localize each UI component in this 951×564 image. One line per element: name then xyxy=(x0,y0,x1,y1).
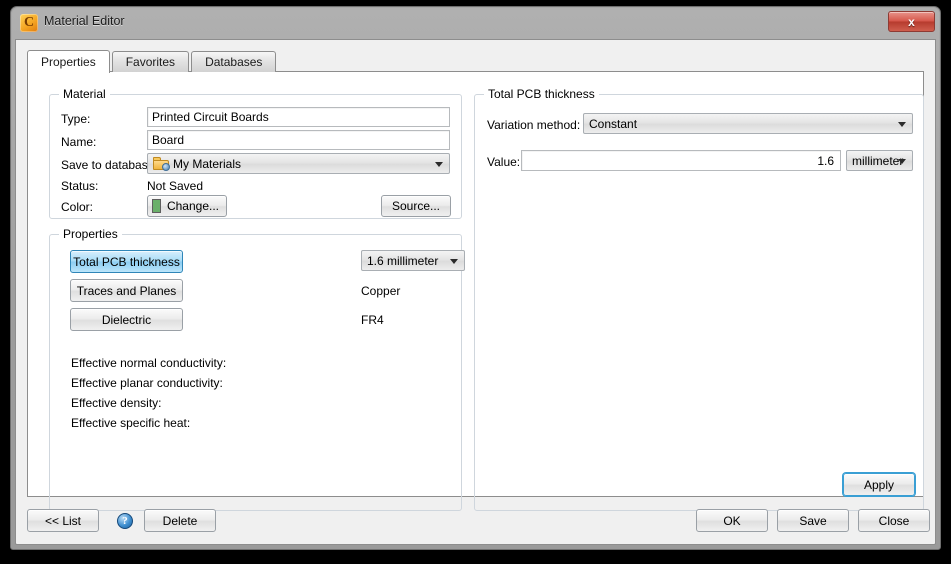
thickness-unit-combo[interactable]: millimeter xyxy=(846,150,913,171)
source-button[interactable]: Source... xyxy=(381,195,451,217)
material-groupbox-title: Material xyxy=(59,87,110,101)
folder-shared-icon xyxy=(153,157,170,171)
total-pcb-thickness-unit-value: 1.6 millimeter xyxy=(367,253,439,268)
save-to-database-label: Save to database: xyxy=(61,158,158,172)
close-window-button[interactable]: x xyxy=(888,11,935,32)
dielectric-value: FR4 xyxy=(361,313,384,327)
name-label: Name: xyxy=(61,135,97,149)
chevron-down-icon xyxy=(435,161,443,167)
close-button[interactable]: Close xyxy=(858,509,930,532)
thickness-value-input[interactable]: 1.6 xyxy=(521,150,841,171)
properties-tab-page: Material Type: Printed Circuit Boards Na… xyxy=(27,71,924,511)
dialog-footer: << List ? Delete OK Save Close xyxy=(16,497,935,544)
property-button-traces-and-planes[interactable]: Traces and Planes xyxy=(70,279,183,302)
variation-method-value: Constant xyxy=(589,116,638,131)
change-color-button[interactable]: Change... xyxy=(147,195,227,217)
thickness-unit-value: millimeter xyxy=(852,153,904,168)
variation-method-combo[interactable]: Constant xyxy=(583,113,913,134)
color-label: Color: xyxy=(61,200,94,214)
type-label: Type: xyxy=(61,112,91,126)
help-icon[interactable]: ? xyxy=(117,513,133,529)
effective-specific-heat-label: Effective specific heat: xyxy=(71,416,191,430)
tab-favorites[interactable]: Favorites xyxy=(111,51,190,72)
chevron-down-icon xyxy=(898,121,906,127)
effective-density-label: Effective density: xyxy=(71,396,162,410)
name-input[interactable]: Board xyxy=(147,130,450,150)
material-editor-icon: C xyxy=(20,14,38,32)
color-swatch xyxy=(152,199,161,213)
save-to-database-combo[interactable]: My Materials xyxy=(147,153,450,174)
total-pcb-thickness-unit-combo[interactable]: 1.6 millimeter xyxy=(361,250,465,271)
chevron-down-icon xyxy=(450,258,458,264)
properties-groupbox: Properties Total PCB thickness 1.6 milli… xyxy=(49,227,465,511)
tab-databases[interactable]: Databases xyxy=(191,51,277,72)
client-area: Properties Favorites Databases Material … xyxy=(15,39,936,545)
status-value: Not Saved xyxy=(147,179,204,193)
material-editor-window: C Material Editor x Properties Favorites… xyxy=(10,6,941,550)
effective-planar-conductivity-label: Effective planar conductivity: xyxy=(71,376,223,390)
delete-button[interactable]: Delete xyxy=(144,509,216,532)
effective-normal-conductivity-label: Effective normal conductivity: xyxy=(71,356,227,370)
property-button-dielectric[interactable]: Dielectric xyxy=(70,308,183,331)
title-bar[interactable]: C Material Editor x xyxy=(12,8,939,39)
change-color-label: Change... xyxy=(166,199,219,213)
list-button[interactable]: << List xyxy=(27,509,99,532)
type-input[interactable]: Printed Circuit Boards xyxy=(147,107,450,127)
traces-and-planes-value: Copper xyxy=(361,284,401,298)
total-pcb-thickness-groupbox: Total PCB thickness Variation method: Co… xyxy=(474,87,924,511)
value-label: Value: xyxy=(487,155,521,169)
total-pcb-thickness-groupbox-title: Total PCB thickness xyxy=(484,87,599,101)
save-button[interactable]: Save xyxy=(777,509,849,532)
chevron-down-icon xyxy=(898,158,906,164)
window-title: Material Editor xyxy=(44,14,125,28)
status-label: Status: xyxy=(61,179,99,193)
ok-button[interactable]: OK xyxy=(696,509,768,532)
apply-button[interactable]: Apply xyxy=(843,473,915,496)
variation-method-label: Variation method: xyxy=(487,118,581,132)
properties-groupbox-title: Properties xyxy=(59,227,122,241)
tab-strip: Properties Favorites Databases xyxy=(27,50,278,73)
window-inner: C Material Editor x Properties Favorites… xyxy=(12,8,939,548)
property-button-total-pcb-thickness[interactable]: Total PCB thickness xyxy=(70,250,183,273)
save-to-database-value: My Materials xyxy=(173,156,242,171)
material-groupbox: Material Type: Printed Circuit Boards Na… xyxy=(49,87,462,219)
tab-properties[interactable]: Properties xyxy=(27,50,110,73)
